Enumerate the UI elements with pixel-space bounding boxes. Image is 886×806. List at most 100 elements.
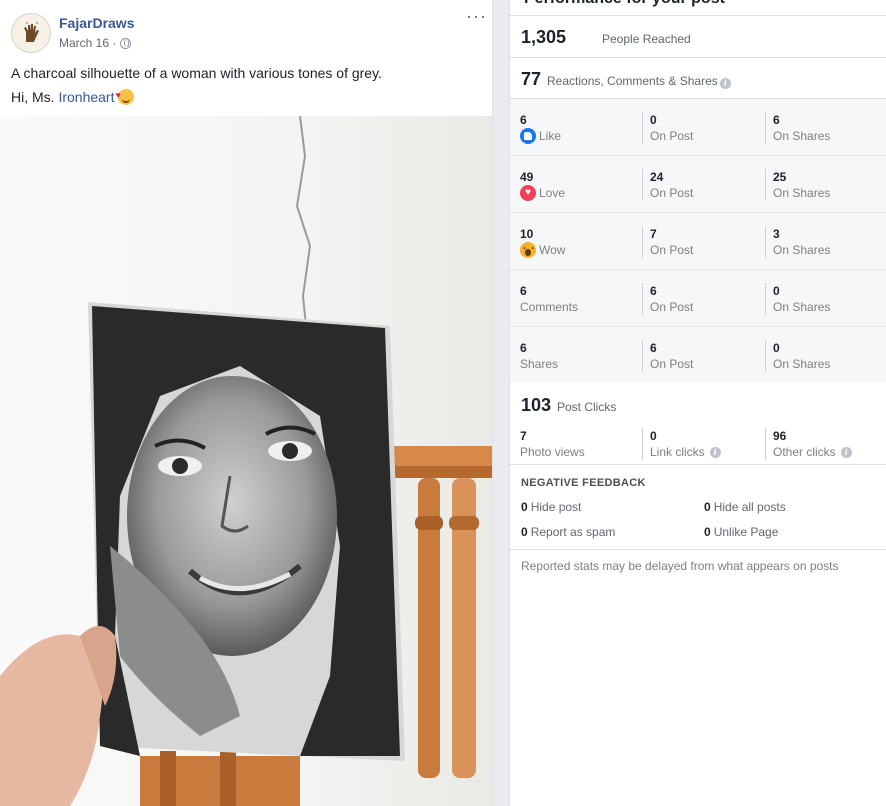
post-clicks-value: 103	[521, 395, 552, 415]
on-shares-label: On Shares	[773, 129, 831, 143]
like-label: Like	[539, 129, 562, 143]
engagement-row: 77 Reactions, Comments & Shares i	[510, 58, 886, 99]
post-photo[interactable]	[0, 116, 492, 806]
love-total-cell: 49 ♥ Love	[520, 169, 640, 201]
info-icon[interactable]: i	[709, 446, 721, 458]
like-reaction-icon	[520, 128, 536, 144]
like-on-post-cell: 0 On Post	[642, 112, 762, 144]
insights-panel: Performance for your post 1,305 People R…	[509, 0, 886, 806]
on-post-label: On Post	[650, 129, 694, 143]
report-spam-stat: 0 Report as spam	[521, 525, 615, 539]
negative-feedback-title: NEGATIVE FEEDBACK	[521, 477, 646, 489]
wow-on-post-cell: 7 On Post	[642, 226, 762, 258]
shares-total: 6	[520, 341, 527, 355]
facebook-post-insights: FajarDraws March 16 · ··· A charcoal sil…	[0, 0, 886, 806]
wow-on-post: 7	[650, 227, 657, 241]
comments-on-shares: 0	[773, 284, 780, 298]
like-total-cell: 6 Like	[520, 112, 640, 144]
like-on-post: 0	[650, 113, 657, 127]
info-icon[interactable]: i	[840, 446, 852, 458]
wow-reaction-icon	[520, 238, 536, 258]
like-total: 6	[520, 113, 527, 127]
photo-views-label: Photo views	[520, 445, 585, 459]
link-clicks-value: 0	[650, 429, 657, 443]
hide-all-value: 0	[704, 500, 711, 514]
other-clicks-cell: 96 Other clicks i	[765, 428, 885, 460]
engagement-label: Reactions, Comments & Shares i	[547, 74, 731, 89]
on-shares-label: On Shares	[773, 300, 831, 314]
globe-icon[interactable]	[120, 37, 132, 49]
page-name-link[interactable]: FajarDraws	[59, 15, 134, 31]
charcoal-drawing-photo	[0, 116, 492, 806]
like-row: 6 Like 0 On Post 6 On Shares	[510, 99, 886, 156]
comments-total: 6	[520, 284, 527, 298]
on-shares-label: On Shares	[773, 186, 831, 200]
post-caption: A charcoal silhouette of a woman with va…	[11, 65, 382, 81]
hide-post-value: 0	[521, 500, 528, 514]
post-clicks-label: Post Clicks	[557, 400, 617, 414]
more-options-button[interactable]: ···	[466, 7, 487, 25]
love-total: 49	[520, 170, 534, 184]
link-clicks-cell: 0 Link clicks i	[642, 428, 762, 460]
wow-on-shares-cell: 3 On Shares	[765, 226, 885, 258]
unlike-page-label: Unlike Page	[713, 525, 779, 539]
love-row: 49 ♥ Love 24 On Post 25 On Shares	[510, 156, 886, 213]
negative-feedback-section: NEGATIVE FEEDBACK 0 Hide post 0 Hide all p…	[510, 465, 886, 550]
panel-title: Performance for your post	[524, 0, 725, 8]
on-post-label: On Post	[650, 243, 694, 257]
comments-on-shares-cell: 0 On Shares	[765, 283, 885, 315]
on-shares-label: On Shares	[773, 243, 831, 257]
shares-label: Shares	[520, 357, 559, 371]
on-post-label: On Post	[650, 186, 694, 200]
comments-on-post-cell: 6 On Post	[642, 283, 762, 315]
post-header: FajarDraws March 16 · ···	[0, 0, 492, 62]
love-reaction-icon: ♥	[520, 185, 536, 201]
wow-label: Wow	[539, 243, 566, 257]
like-on-shares-cell: 6 On Shares	[765, 112, 885, 144]
shares-on-post-cell: 6 On Post	[642, 340, 762, 372]
smiling-face-hearts-emoji-icon	[116, 85, 134, 105]
mention-link[interactable]: Ironheart	[58, 89, 114, 105]
post-meta: March 16 ·	[59, 36, 132, 50]
photo-views-value: 7	[520, 429, 527, 443]
unlike-page-value: 0	[704, 525, 711, 539]
photo-views-cell: 7 Photo views	[520, 428, 640, 460]
report-spam-label: Report as spam	[530, 525, 616, 539]
other-clicks-label: Other clicks	[773, 445, 836, 459]
shares-total-cell: 6 Shares	[520, 340, 640, 372]
post-date[interactable]: March 16 ·	[59, 36, 116, 50]
people-reached-row: 1,305 People Reached	[510, 16, 886, 58]
love-on-shares-cell: 25 On Shares	[765, 169, 885, 201]
on-post-label: On Post	[650, 300, 694, 314]
hide-post-stat: 0 Hide post	[521, 500, 581, 514]
page-avatar[interactable]	[11, 13, 51, 53]
comments-label: Comments	[520, 300, 579, 314]
caption-text: Hi, Ms.	[11, 89, 59, 105]
wow-total-cell: 10 Wow	[520, 226, 640, 258]
on-post-label: On Post	[650, 357, 694, 371]
shares-on-shares: 0	[773, 341, 780, 355]
love-label: Love	[539, 186, 566, 200]
wow-row: 10 Wow 7 On Post 3 On Shares	[510, 213, 886, 270]
love-on-post-cell: 24 On Post	[642, 169, 762, 201]
engagement-label-text: Reactions, Comments & Shares	[547, 74, 718, 88]
stats-disclaimer: Reported stats may be delayed from what …	[521, 559, 839, 573]
info-icon[interactable]: i	[719, 78, 731, 89]
people-reached-label: People Reached	[602, 32, 691, 46]
comments-total-cell: 6 Comments	[520, 283, 640, 315]
engagement-value: 77	[521, 69, 542, 89]
hide-all-label: Hide all posts	[713, 500, 786, 514]
comments-on-post: 6	[650, 284, 657, 298]
hide-post-label: Hide post	[530, 500, 582, 514]
like-on-shares: 6	[773, 113, 780, 127]
link-clicks-label: Link clicks	[650, 445, 705, 459]
love-on-shares: 25	[773, 170, 787, 184]
wow-on-shares: 3	[773, 227, 780, 241]
report-spam-value: 0	[521, 525, 528, 539]
post-caption-line2: Hi, Ms. Ironheart	[11, 85, 134, 107]
wow-total: 10	[520, 227, 534, 241]
on-shares-label: On Shares	[773, 357, 831, 371]
love-on-post: 24	[650, 170, 664, 184]
shares-on-shares-cell: 0 On Shares	[765, 340, 885, 372]
unlike-page-stat: 0 Unlike Page	[704, 525, 778, 539]
